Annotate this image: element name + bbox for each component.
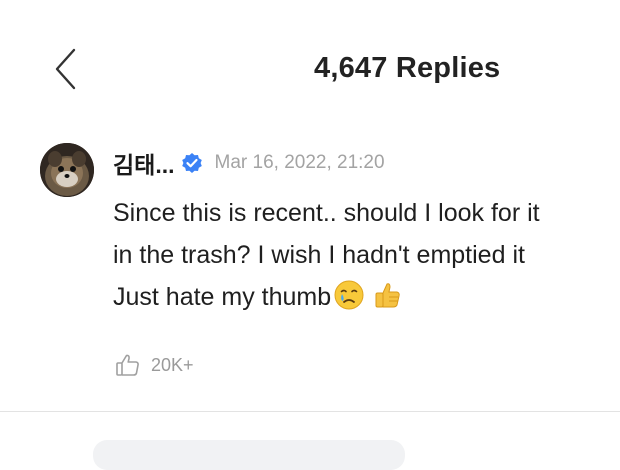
header: 4,647 Replies [0, 0, 620, 130]
comment-text: Since this is recent.. should I look for… [113, 192, 613, 318]
author-name[interactable]: 김태... [113, 146, 175, 180]
like-count: 20K+ [151, 354, 194, 375]
comment-line-text: Just hate my thumb [113, 283, 332, 311]
crying-face-icon [333, 279, 365, 311]
comment: 김태... Mar 16, 2022, 21:20 Since this is … [0, 130, 620, 405]
reply-input[interactable] [93, 440, 405, 470]
thumbs-up-icon [371, 279, 403, 311]
avatar-image-icon [40, 143, 94, 197]
comment-line: in the trash? I wish I hadn't emptied it [113, 241, 525, 269]
page-title: 4,647 Replies [314, 52, 501, 84]
chevron-left-icon [55, 48, 76, 90]
avatar[interactable] [40, 143, 94, 197]
like-button[interactable]: 20K+ [115, 350, 194, 380]
comment-line: Since this is recent.. should I look for… [113, 199, 540, 227]
comment-line-last: Just hate my thumb [113, 276, 613, 318]
timestamp: Mar 16, 2022, 21:20 [214, 152, 385, 173]
back-button[interactable] [48, 46, 88, 92]
divider [0, 411, 620, 412]
verified-badge-icon [181, 152, 203, 174]
thumbs-up-outline-icon [115, 352, 141, 378]
author-row: 김태... Mar 16, 2022, 21:20 [113, 147, 385, 179]
